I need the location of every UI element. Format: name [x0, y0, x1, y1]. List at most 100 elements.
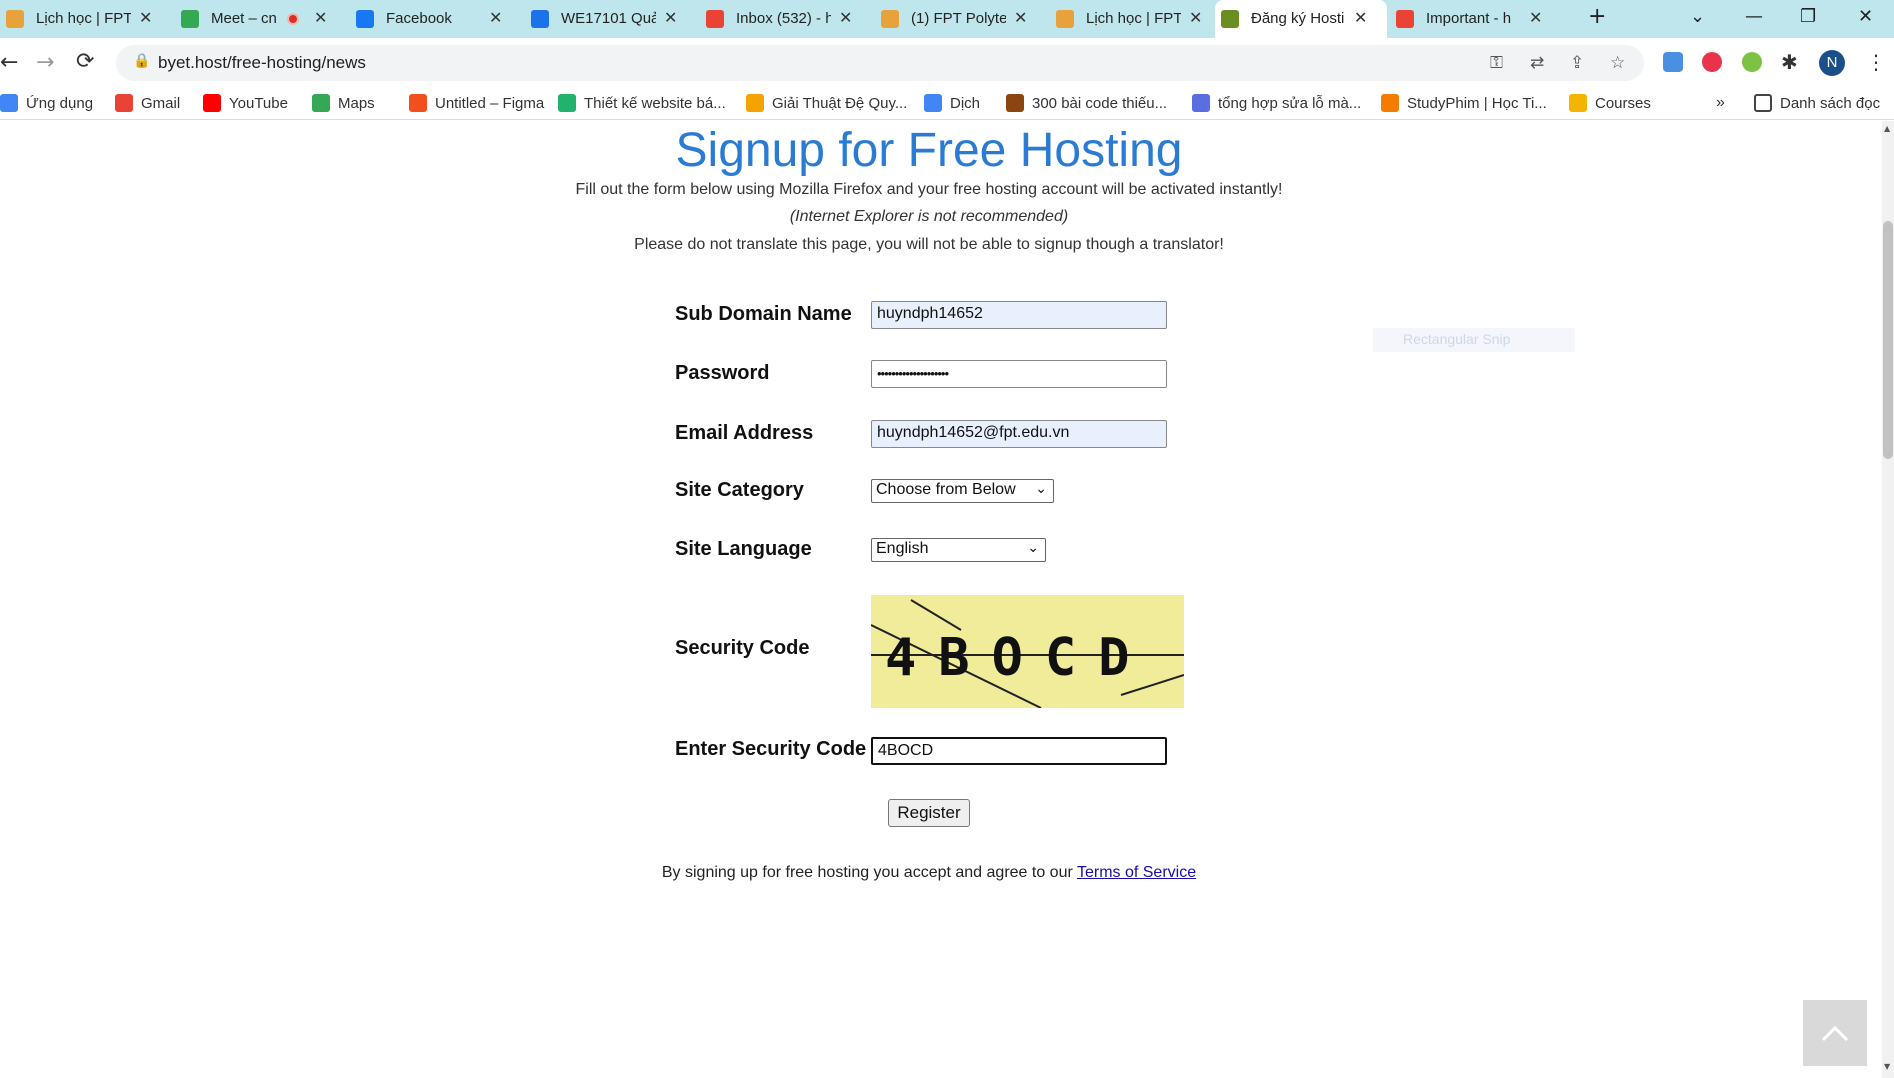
bookmarks-overflow[interactable]: »: [1716, 94, 1725, 112]
bookmark-item[interactable]: Courses: [1569, 94, 1651, 112]
recording-icon: [287, 13, 299, 25]
bookmark-favicon-icon: [1381, 94, 1399, 112]
bookmark-favicon-icon: [312, 94, 330, 112]
tab-favicon-icon: [1396, 10, 1414, 28]
bookmark-item[interactable]: Ứng dụng: [0, 94, 93, 112]
scrollbar-thumb[interactable]: [1883, 221, 1893, 459]
tab-title: Đăng ký Hosti: [1251, 10, 1345, 27]
browser-tab[interactable]: Important - h ✕: [1390, 0, 1560, 38]
scroll-up-arrow[interactable]: ▲: [1884, 124, 1890, 133]
email-input[interactable]: huyndph14652@fpt.edu.vn: [871, 420, 1167, 448]
bookmark-favicon-icon: [115, 94, 133, 112]
bookmark-item[interactable]: 300 bài code thiếu...: [1006, 94, 1167, 112]
bookmark-item[interactable]: tổng hợp sửa lỗ mà...: [1192, 94, 1361, 112]
bookmark-item[interactable]: YouTube: [203, 94, 288, 112]
back-icon[interactable]: ←: [0, 50, 18, 75]
tab-close-icon[interactable]: ✕: [1189, 8, 1202, 27]
url-text[interactable]: byet.host/free-hosting/news: [158, 53, 366, 73]
chevron-down-icon: ⌄: [1027, 540, 1039, 556]
tab-favicon-icon: [356, 10, 374, 28]
site-category-select[interactable]: Choose from Below ⌄: [871, 479, 1054, 503]
forward-icon[interactable]: →: [36, 50, 54, 75]
security-code-input[interactable]: 4BOCD: [871, 737, 1167, 765]
tab-close-icon[interactable]: ✕: [489, 8, 502, 27]
minimize-button[interactable]: —: [1745, 6, 1763, 27]
bookmark-label: Ứng dụng: [26, 95, 94, 112]
tab-favicon-icon: [531, 10, 549, 28]
scroll-down-arrow[interactable]: ▼: [1884, 1062, 1890, 1071]
tab-favicon-icon: [181, 10, 199, 28]
close-window-button[interactable]: ✕: [1858, 6, 1873, 27]
browser-tab[interactable]: WE17101 Quả ✕: [525, 0, 695, 38]
browser-tab[interactable]: Đăng ký Hosti ✕: [1215, 0, 1387, 38]
browser-tab[interactable]: Lịch học | FPT ✕: [1050, 0, 1220, 38]
tab-favicon-icon: [1056, 10, 1074, 28]
extension-grid-icon[interactable]: [1742, 52, 1762, 72]
reading-list-label: Danh sách đọc: [1780, 95, 1881, 112]
password-input[interactable]: ••••••••••••••••••••: [871, 360, 1167, 388]
bookmark-favicon-icon: [1192, 94, 1210, 112]
bookmark-item[interactable]: Gmail: [115, 94, 180, 112]
bookmark-item[interactable]: Thiết kế website bá...: [558, 94, 726, 112]
tab-close-icon[interactable]: ✕: [139, 8, 152, 27]
tab-title: Lịch học | FPT: [1086, 10, 1181, 27]
bookmark-favicon-icon: [203, 94, 221, 112]
new-tab-button[interactable]: +: [1588, 4, 1606, 29]
terms-of-service-link[interactable]: Terms of Service: [1077, 864, 1196, 881]
browser-tab[interactable]: Inbox (532) - h ✕: [700, 0, 870, 38]
bookmark-star-icon[interactable]: ☆: [1610, 53, 1625, 73]
tab-title: (1) FPT Polytec: [911, 10, 1006, 27]
bookmark-item[interactable]: Giải Thuật Đệ Quy...: [746, 94, 907, 112]
bookmark-label: tổng hợp sửa lỗ mà...: [1218, 95, 1362, 112]
page-content: Signup for Free Hosting Fill out the for…: [0, 121, 1882, 1078]
bookmark-item[interactable]: Maps: [312, 94, 375, 112]
extensions-puzzle-icon[interactable]: ✱: [1781, 50, 1798, 74]
browser-tab[interactable]: (1) FPT Polytec ✕: [875, 0, 1045, 38]
tab-search-icon[interactable]: ⌄: [1690, 6, 1705, 27]
tab-strip: Lịch học | FPT ✕ Meet – cn ✕ Facebook ✕ WE1710…: [0, 0, 1894, 38]
tab-close-icon[interactable]: ✕: [1529, 8, 1542, 27]
reading-list-button[interactable]: Danh sách đọc: [1754, 94, 1880, 112]
intro-line-3: Please do not translate this page, you w…: [634, 236, 1224, 253]
subdomain-input[interactable]: huyndph14652: [871, 301, 1167, 329]
captcha-text: 4BOCD: [885, 628, 1152, 688]
site-language-label: Site Language: [675, 538, 812, 560]
tab-favicon-icon: [6, 10, 24, 28]
site-language-value: English: [876, 540, 929, 557]
reload-icon[interactable]: ⟳: [76, 49, 94, 74]
register-button[interactable]: Register: [888, 799, 970, 827]
address-bar[interactable]: 🔒 byet.host/free-hosting/news ⚿ ⇄ ⇪ ☆: [116, 45, 1644, 81]
bookmark-label: Gmail: [141, 95, 181, 112]
adblock-icon[interactable]: [1702, 52, 1722, 72]
bookmark-favicon-icon: [1569, 94, 1587, 112]
bookmark-favicon-icon: [746, 94, 764, 112]
bookmark-item[interactable]: StudyPhim | Học Ti...: [1381, 94, 1547, 112]
security-code-label: Security Code: [675, 637, 810, 659]
menu-kebab-icon[interactable]: ⋮: [1866, 50, 1886, 74]
tab-title: Lịch học | FPT: [36, 10, 131, 27]
translate-icon[interactable]: ⇄: [1530, 53, 1544, 73]
browser-tab[interactable]: Facebook ✕: [350, 0, 520, 38]
bookmark-item[interactable]: Dịch: [924, 94, 980, 112]
back-to-top-button[interactable]: [1803, 1000, 1867, 1066]
tab-close-icon[interactable]: ✕: [1354, 8, 1367, 27]
bookmark-label: Untitled – Figma: [435, 95, 545, 112]
site-language-select[interactable]: English ⌄: [871, 538, 1046, 562]
browser-tab[interactable]: Meet – cn ✕: [175, 0, 345, 38]
browser-tab[interactable]: Lịch học | FPT ✕: [0, 0, 170, 38]
tab-close-icon[interactable]: ✕: [1014, 8, 1027, 27]
profile-avatar[interactable]: N: [1819, 50, 1845, 76]
tab-close-icon[interactable]: ✕: [314, 8, 327, 27]
tab-close-icon[interactable]: ✕: [664, 8, 677, 27]
tab-close-icon[interactable]: ✕: [839, 8, 852, 27]
bookmark-label: Thiết kế website bá...: [584, 95, 726, 112]
lock-icon: 🔒: [133, 53, 151, 69]
chevron-down-icon: ⌄: [1035, 481, 1047, 497]
bookmarks-bar: Ứng dụng Gmail YouTube Maps Untitled – Figma…: [0, 88, 1894, 120]
email-label: Email Address: [675, 422, 814, 444]
maximize-button[interactable]: ❐: [1800, 6, 1816, 27]
extension-drop-icon[interactable]: [1663, 52, 1683, 72]
share-icon[interactable]: ⇪: [1570, 53, 1584, 73]
key-icon[interactable]: ⚿: [1490, 53, 1503, 73]
bookmark-item[interactable]: Untitled – Figma: [409, 94, 544, 112]
